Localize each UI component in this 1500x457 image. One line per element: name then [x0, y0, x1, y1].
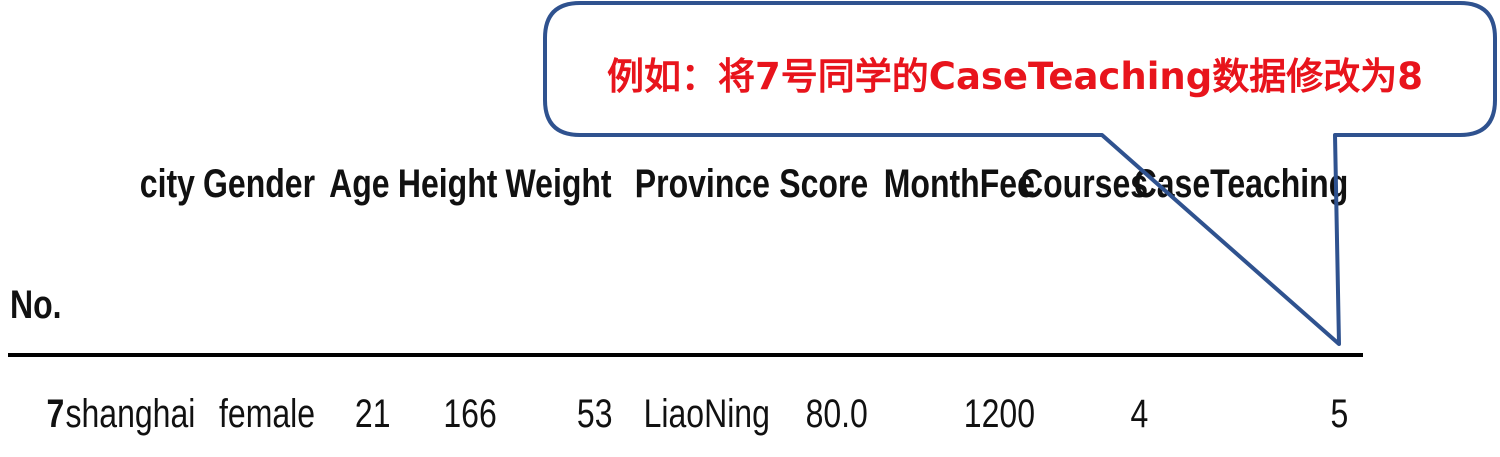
cell-score: 80.0	[805, 392, 868, 436]
column-header-monthfee: MonthFee	[883, 162, 1035, 206]
column-header-age: Age	[329, 162, 390, 206]
cell-age: 21	[354, 392, 390, 436]
cell-weight: 53	[576, 392, 612, 436]
cell-gender: female	[218, 392, 315, 436]
header-divider	[8, 353, 1363, 357]
column-header-gender: Gender	[202, 162, 315, 206]
cell-city: shanghai	[65, 392, 195, 436]
column-header-weight: Weight	[505, 162, 612, 206]
column-header-province: Province	[634, 162, 770, 206]
column-header-city: city	[139, 162, 195, 206]
index-name-label: No.	[10, 283, 62, 327]
column-header-score: Score	[779, 162, 868, 206]
callout-text: 例如：将7号同学的CaseTeaching数据修改为8	[607, 55, 1423, 98]
column-header-courses: Courses	[1019, 162, 1148, 206]
cell-monthfee: 1200	[963, 392, 1035, 436]
cell-height: 166	[443, 392, 497, 436]
row-index: 7	[46, 392, 64, 436]
cell-province: LiaoNing	[643, 392, 770, 436]
column-header-height: Height	[397, 162, 497, 206]
cell-courses: 4	[1130, 392, 1148, 436]
column-header-caseteaching: CaseTeaching	[1133, 162, 1348, 206]
cell-caseteaching: 5	[1330, 392, 1348, 436]
